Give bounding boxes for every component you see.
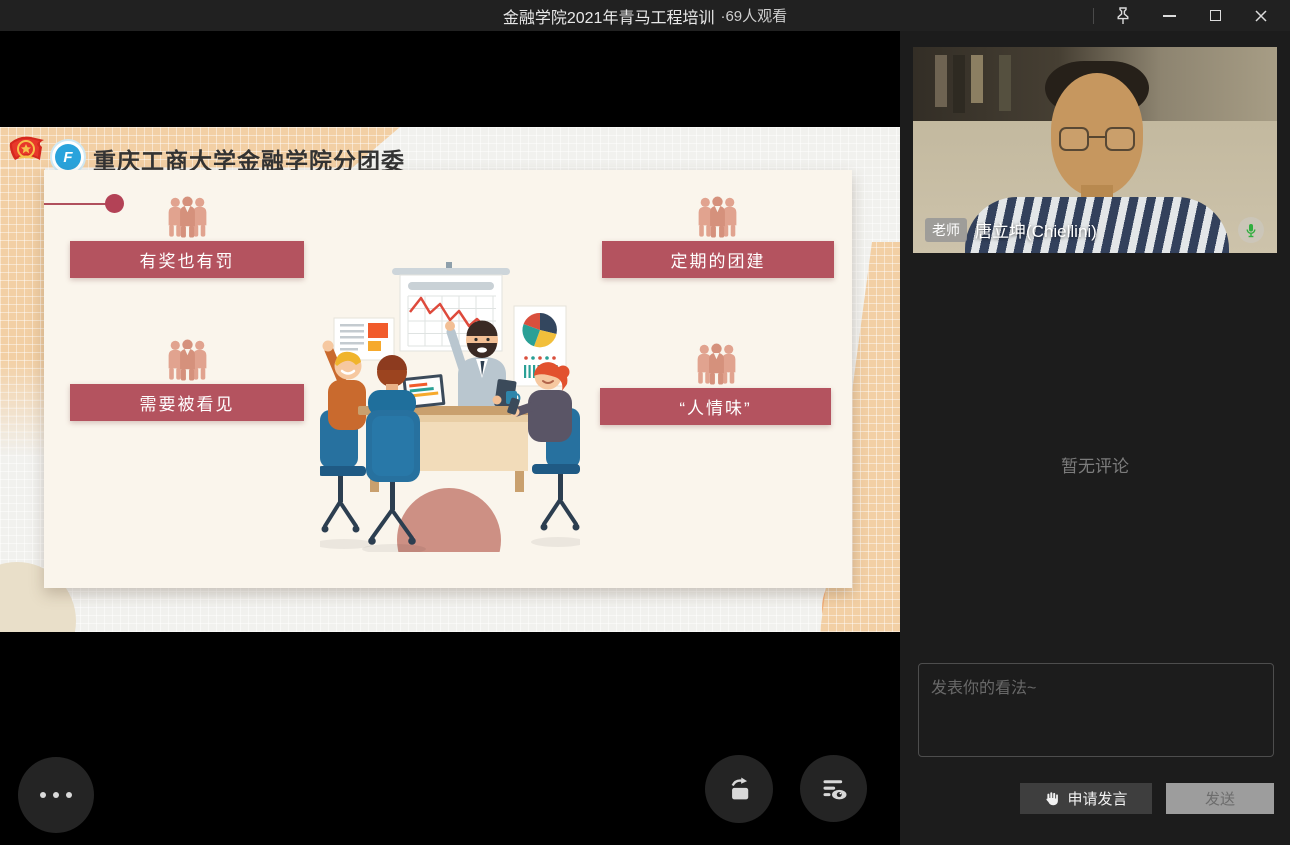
people-group-icon — [695, 196, 740, 238]
window-controls — [1093, 0, 1284, 31]
mic-indicator[interactable] — [1238, 217, 1264, 243]
close-button[interactable] — [1238, 0, 1284, 31]
slide-card: 有奖也有罚 定期的团建 需要被看见 “人情味” — [44, 170, 852, 588]
comment-toggle-button[interactable] — [800, 755, 867, 822]
speaker-nameplate: 老师 唐立坤(Chiellini) — [925, 217, 1097, 242]
titlebar: 金融学院2021年青马工程培训 ·69人观看 — [0, 0, 1290, 31]
deco-peach-left — [0, 127, 45, 457]
rotate-screen-button[interactable] — [705, 755, 773, 823]
pin-button[interactable] — [1100, 0, 1146, 31]
people-group-icon — [165, 196, 210, 238]
comment-list-eye-icon — [820, 775, 848, 803]
sidebar: 老师 唐立坤(Chiellini) 暂无评论 申请发言 发送 — [900, 31, 1290, 845]
deco-dot — [105, 194, 124, 213]
youth-league-badge-icon — [7, 133, 47, 173]
pin-icon — [1113, 6, 1133, 26]
rotate-screen-icon — [724, 775, 754, 803]
comment-input[interactable] — [918, 663, 1274, 757]
shared-screen-slide: F 重庆工商大学金融学院分团委 有奖也有罚 定期的团建 需要被看见 “人情味” — [0, 127, 900, 632]
live-class-window: 金融学院2021年青马工程培训 ·69人观看 — [0, 0, 1290, 845]
video-stage: F 重庆工商大学金融学院分团委 有奖也有罚 定期的团建 需要被看见 “人情味” — [0, 31, 900, 845]
window-title: 金融学院2021年青马工程培训 — [503, 4, 715, 28]
raised-hand-icon — [1044, 791, 1060, 807]
ellipsis-icon — [40, 792, 46, 798]
meeting-illustration — [320, 260, 580, 552]
request-speak-label: 申请发言 — [1067, 788, 1127, 809]
send-label: 发送 — [1205, 788, 1235, 809]
send-button[interactable]: 发送 — [1166, 783, 1274, 814]
feature-label-teambuilding: 定期的团建 — [602, 241, 834, 278]
people-group-icon — [694, 343, 739, 385]
people-group-icon — [165, 339, 210, 381]
empty-comments-text: 暂无评论 — [900, 452, 1290, 477]
feature-label-reward: 有奖也有罚 — [70, 241, 304, 278]
speaker-video[interactable]: 老师 唐立坤(Chiellini) — [913, 47, 1277, 253]
maximize-button[interactable] — [1192, 0, 1238, 31]
speaker-name: 唐立坤(Chiellini) — [975, 217, 1097, 242]
minimize-button[interactable] — [1146, 0, 1192, 31]
maximize-icon — [1210, 10, 1221, 21]
speaker-glasses — [1059, 127, 1137, 153]
microphone-icon — [1244, 223, 1258, 238]
role-badge: 老师 — [925, 218, 967, 242]
deco-line — [44, 203, 107, 205]
close-icon — [1254, 9, 1268, 23]
request-speak-button[interactable]: 申请发言 — [1020, 783, 1152, 814]
more-options-button[interactable] — [18, 757, 94, 833]
viewer-count: ·69人观看 — [720, 5, 787, 26]
divider — [1093, 8, 1094, 24]
feature-label-be-seen: 需要被看见 — [70, 384, 304, 421]
minimize-icon — [1163, 15, 1176, 17]
feature-label-human-touch: “人情味” — [600, 388, 831, 425]
